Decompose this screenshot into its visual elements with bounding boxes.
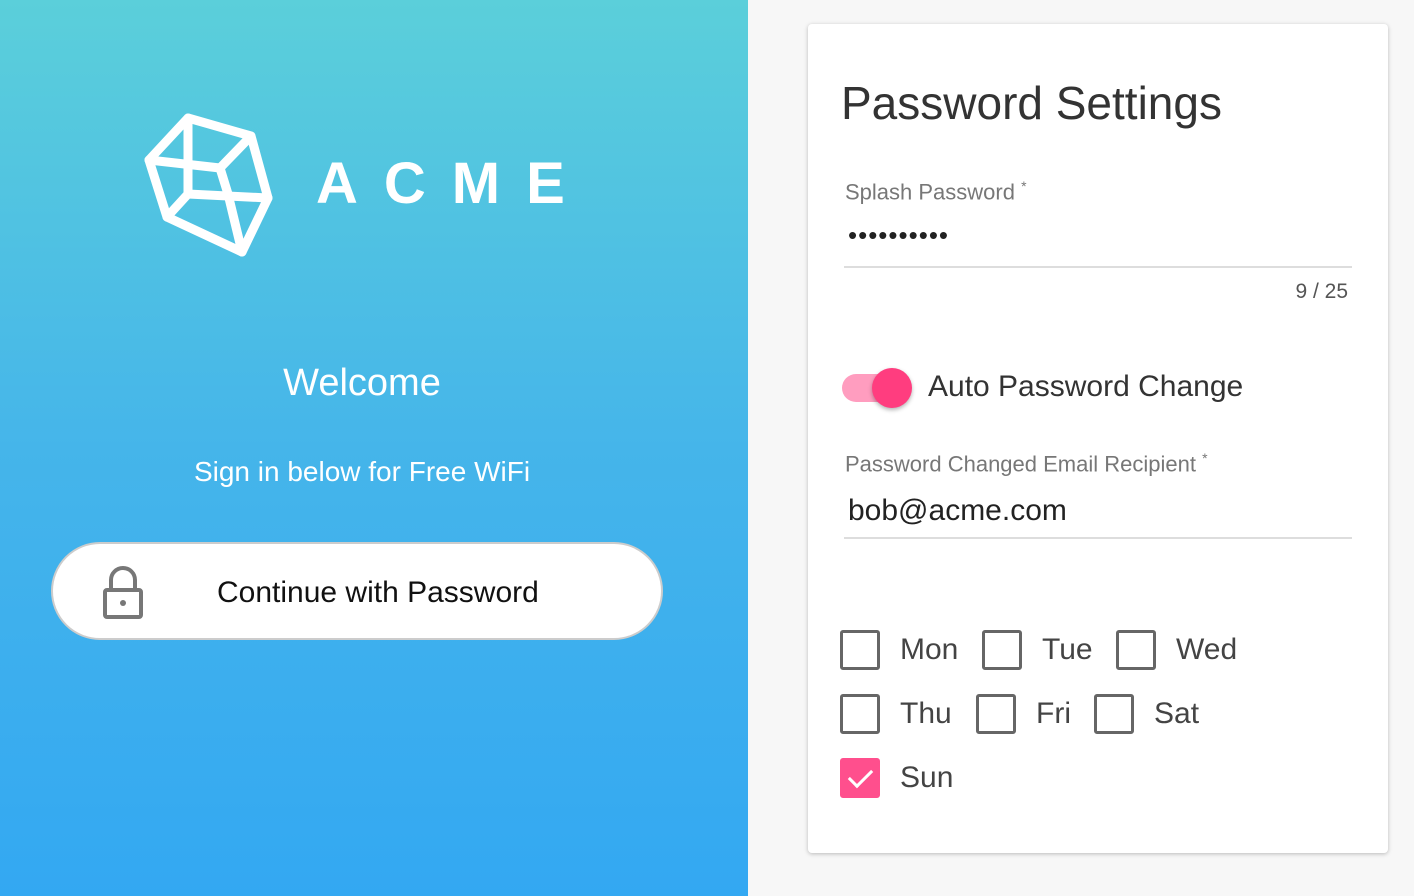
lock-icon: [103, 566, 143, 619]
checkbox-mon[interactable]: Mon: [840, 630, 958, 670]
checkbox-fri[interactable]: Fri: [976, 694, 1071, 734]
email-recipient-input[interactable]: bob@acme.com: [848, 494, 1067, 528]
splash-preview: ACME Welcome Sign in below for Free WiFi…: [0, 0, 748, 896]
page-title: Password Settings: [841, 77, 1222, 129]
input-underline: [844, 266, 1352, 268]
button-label: Continue with Password: [217, 576, 539, 609]
checkbox-wed[interactable]: Wed: [1116, 630, 1237, 670]
brand-name: ACME: [316, 151, 591, 216]
welcome-subtitle: Sign in below for Free WiFi: [193, 456, 531, 487]
input-underline: [844, 537, 1352, 539]
checkbox-sat[interactable]: Sat: [1094, 694, 1199, 734]
splash-password-label: Splash Password *: [845, 178, 1027, 205]
auto-password-change-toggle[interactable]: [842, 366, 914, 410]
checkbox-thu[interactable]: Thu: [840, 694, 952, 734]
character-counter: 9 / 25: [1295, 280, 1348, 303]
continue-with-password-button[interactable]: Continue with Password: [51, 542, 663, 640]
welcome-heading: Welcome: [283, 362, 441, 404]
checkbox-tue[interactable]: Tue: [982, 630, 1093, 670]
auto-password-change-label: Auto Password Change: [928, 370, 1244, 403]
acme-logo-icon: [144, 113, 273, 257]
email-recipient-label: Password Changed Email Recipient *: [845, 450, 1208, 477]
password-settings-card: Password Settings Splash Password * ••••…: [808, 24, 1388, 853]
checkbox-sun[interactable]: Sun: [840, 758, 953, 798]
splash-password-input[interactable]: ••••••••••: [848, 220, 949, 251]
